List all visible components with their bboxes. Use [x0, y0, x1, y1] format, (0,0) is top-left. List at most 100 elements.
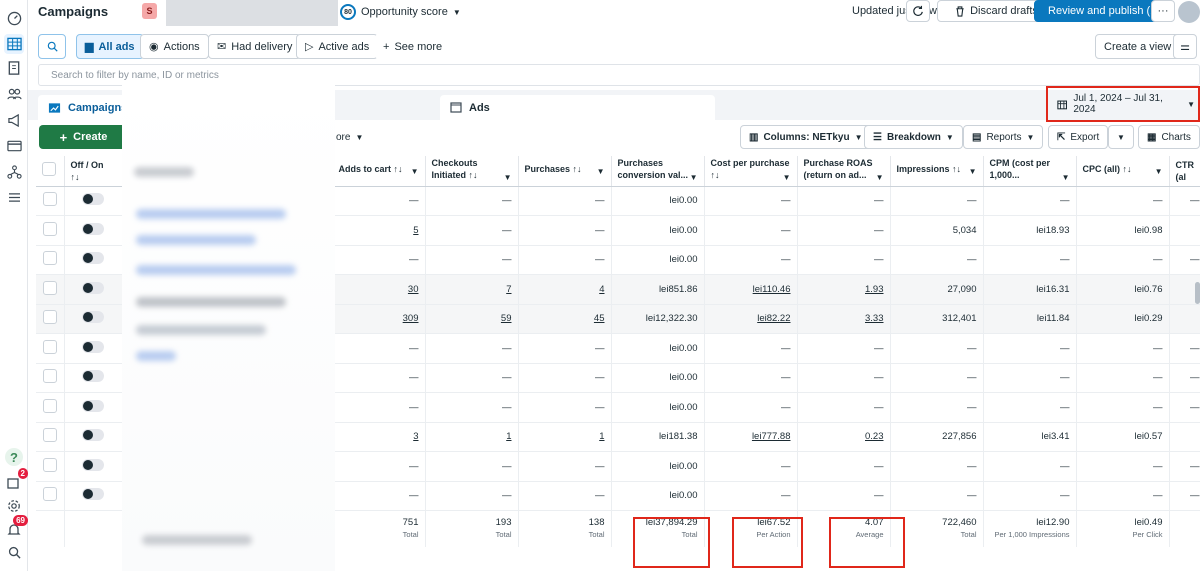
- menu-icon[interactable]: [4, 187, 24, 207]
- search-input[interactable]: Search to filter by name, ID or metrics: [38, 64, 1200, 86]
- row-toggle-cell[interactable]: [64, 274, 123, 305]
- row-checkbox-cell[interactable]: [36, 422, 65, 452]
- date-range-picker[interactable]: Jul 1, 2024 – Jul 31, 2024 ▼: [1049, 90, 1195, 118]
- account-badge[interactable]: S: [142, 3, 157, 19]
- row-toggle-cell[interactable]: [64, 304, 123, 334]
- events-icon[interactable]: [4, 162, 24, 182]
- row-checkbox-cell[interactable]: [36, 392, 65, 423]
- cell-roas[interactable]: 3.33: [797, 304, 891, 334]
- row-toggle-cell[interactable]: [64, 392, 123, 423]
- row-toggle-cell[interactable]: [64, 363, 123, 393]
- col-impressions[interactable]: Impressions ↑↓ ▼: [890, 156, 984, 187]
- row-toggle-cell[interactable]: [64, 215, 123, 246]
- delivery-toggle[interactable]: [82, 429, 104, 442]
- avatar[interactable]: [1178, 1, 1200, 23]
- cell-roas[interactable]: 0.23: [797, 422, 891, 452]
- search-icon[interactable]: [4, 542, 24, 562]
- row-checkbox[interactable]: [42, 310, 57, 325]
- row-checkbox-cell[interactable]: [36, 481, 65, 511]
- col-purchases[interactable]: Purchases ↑↓ ▼: [518, 156, 612, 187]
- billing-icon[interactable]: [4, 136, 24, 156]
- delivery-toggle[interactable]: [82, 222, 104, 235]
- cell-ci[interactable]: 59: [425, 304, 519, 334]
- bell-icon[interactable]: 69: [4, 515, 28, 540]
- scrollbar[interactable]: [1195, 282, 1200, 304]
- row-toggle-cell[interactable]: [64, 422, 123, 452]
- delivery-toggle[interactable]: [82, 281, 104, 294]
- cell-p[interactable]: 45: [518, 304, 612, 334]
- select-all-checkbox[interactable]: [42, 162, 56, 177]
- cell-atc[interactable]: 3: [332, 422, 426, 452]
- export-button[interactable]: ⇱ Export: [1048, 125, 1108, 149]
- col-cpc[interactable]: CPC (all) ↑↓ ▼: [1076, 156, 1170, 187]
- delivery-toggle[interactable]: [82, 340, 104, 353]
- export-menu-button[interactable]: ▼: [1108, 125, 1134, 149]
- col-cpm[interactable]: CPM (cost per 1,000... ▼: [983, 156, 1077, 187]
- delivery-toggle[interactable]: [82, 252, 104, 265]
- cell-ci[interactable]: 7: [425, 274, 519, 305]
- row-checkbox[interactable]: [42, 398, 57, 413]
- row-checkbox[interactable]: [42, 369, 57, 384]
- more-options-button[interactable]: ···: [1151, 0, 1175, 22]
- col-purchases-conversion[interactable]: Purchases conversion val... ▼: [611, 156, 705, 187]
- cell-atc[interactable]: 30: [332, 274, 426, 305]
- tab-ads[interactable]: Ads: [440, 95, 715, 120]
- row-toggle-cell[interactable]: [64, 186, 123, 216]
- row-toggle-cell[interactable]: [64, 245, 123, 275]
- delivery-toggle[interactable]: [82, 193, 104, 206]
- row-checkbox-cell[interactable]: [36, 215, 65, 246]
- cell-ci[interactable]: 1: [425, 422, 519, 452]
- row-checkbox[interactable]: [42, 251, 57, 266]
- col-ctr[interactable]: CTR (al: [1169, 156, 1200, 187]
- all-ads-filter[interactable]: ▆ All ads: [76, 34, 144, 59]
- see-more-filter[interactable]: + See more: [375, 34, 451, 59]
- delivery-toggle[interactable]: [82, 488, 104, 501]
- row-checkbox-cell[interactable]: [36, 304, 65, 334]
- col-cost-per-purchase[interactable]: Cost per purchase ↑↓ ▼: [704, 156, 798, 187]
- row-checkbox[interactable]: [42, 339, 57, 354]
- row-checkbox-cell[interactable]: [36, 245, 65, 275]
- cell-p[interactable]: 1: [518, 422, 612, 452]
- cell-p[interactable]: 4: [518, 274, 612, 305]
- dashboard-icon[interactable]: [4, 8, 24, 28]
- delivery-toggle[interactable]: [82, 311, 104, 324]
- gear-icon[interactable]: [4, 496, 24, 516]
- alerts-icon[interactable]: 2: [4, 468, 28, 493]
- row-checkbox[interactable]: [42, 192, 57, 207]
- cell-cpp[interactable]: lei82.22: [704, 304, 798, 334]
- cell-cpp[interactable]: lei110.46: [704, 274, 798, 305]
- row-checkbox[interactable]: [42, 457, 57, 472]
- cell-atc[interactable]: 309: [332, 304, 426, 334]
- cell-cpp[interactable]: lei777.88: [704, 422, 798, 452]
- row-checkbox[interactable]: [42, 280, 57, 295]
- megaphone-icon[interactable]: [4, 110, 24, 130]
- row-toggle-cell[interactable]: [64, 451, 123, 482]
- charts-button[interactable]: ▦ Charts: [1138, 125, 1200, 149]
- select-all-header[interactable]: [36, 156, 65, 187]
- col-purchase-roas[interactable]: Purchase ROAS (return on ad... ▼: [797, 156, 891, 187]
- audiences-icon[interactable]: [4, 84, 24, 104]
- row-checkbox-cell[interactable]: [36, 186, 65, 216]
- cell-roas[interactable]: 1.93: [797, 274, 891, 305]
- cell-atc[interactable]: 5: [332, 215, 426, 246]
- actions-filter[interactable]: ◉ Actions: [140, 34, 209, 59]
- row-checkbox[interactable]: [42, 487, 57, 502]
- opportunity-score[interactable]: 80 Opportunity score ▼: [340, 4, 461, 20]
- help-icon[interactable]: ?: [5, 448, 23, 466]
- row-checkbox-cell[interactable]: [36, 274, 65, 305]
- create-button[interactable]: + Create: [39, 125, 128, 149]
- delivery-toggle[interactable]: [82, 370, 104, 383]
- delivery-toggle[interactable]: [82, 399, 104, 412]
- breakdown-button[interactable]: ☰ Breakdown ▼: [864, 125, 963, 149]
- col-off-on[interactable]: Off / On ↑↓: [64, 156, 123, 187]
- had-delivery-filter[interactable]: ✉ Had delivery: [208, 34, 302, 59]
- row-checkbox-cell[interactable]: [36, 333, 65, 364]
- delivery-toggle[interactable]: [82, 458, 104, 471]
- reports-button[interactable]: ▤ Reports ▼: [963, 125, 1044, 149]
- col-adds-to-cart[interactable]: Adds to cart ↑↓ ▼: [332, 156, 426, 187]
- table-icon[interactable]: [4, 34, 24, 54]
- create-view-button[interactable]: Create a view: [1095, 34, 1181, 59]
- row-checkbox[interactable]: [42, 428, 57, 443]
- pages-icon[interactable]: [4, 58, 24, 78]
- col-checkouts[interactable]: Checkouts Initiated ↑↓ ▼: [425, 156, 519, 187]
